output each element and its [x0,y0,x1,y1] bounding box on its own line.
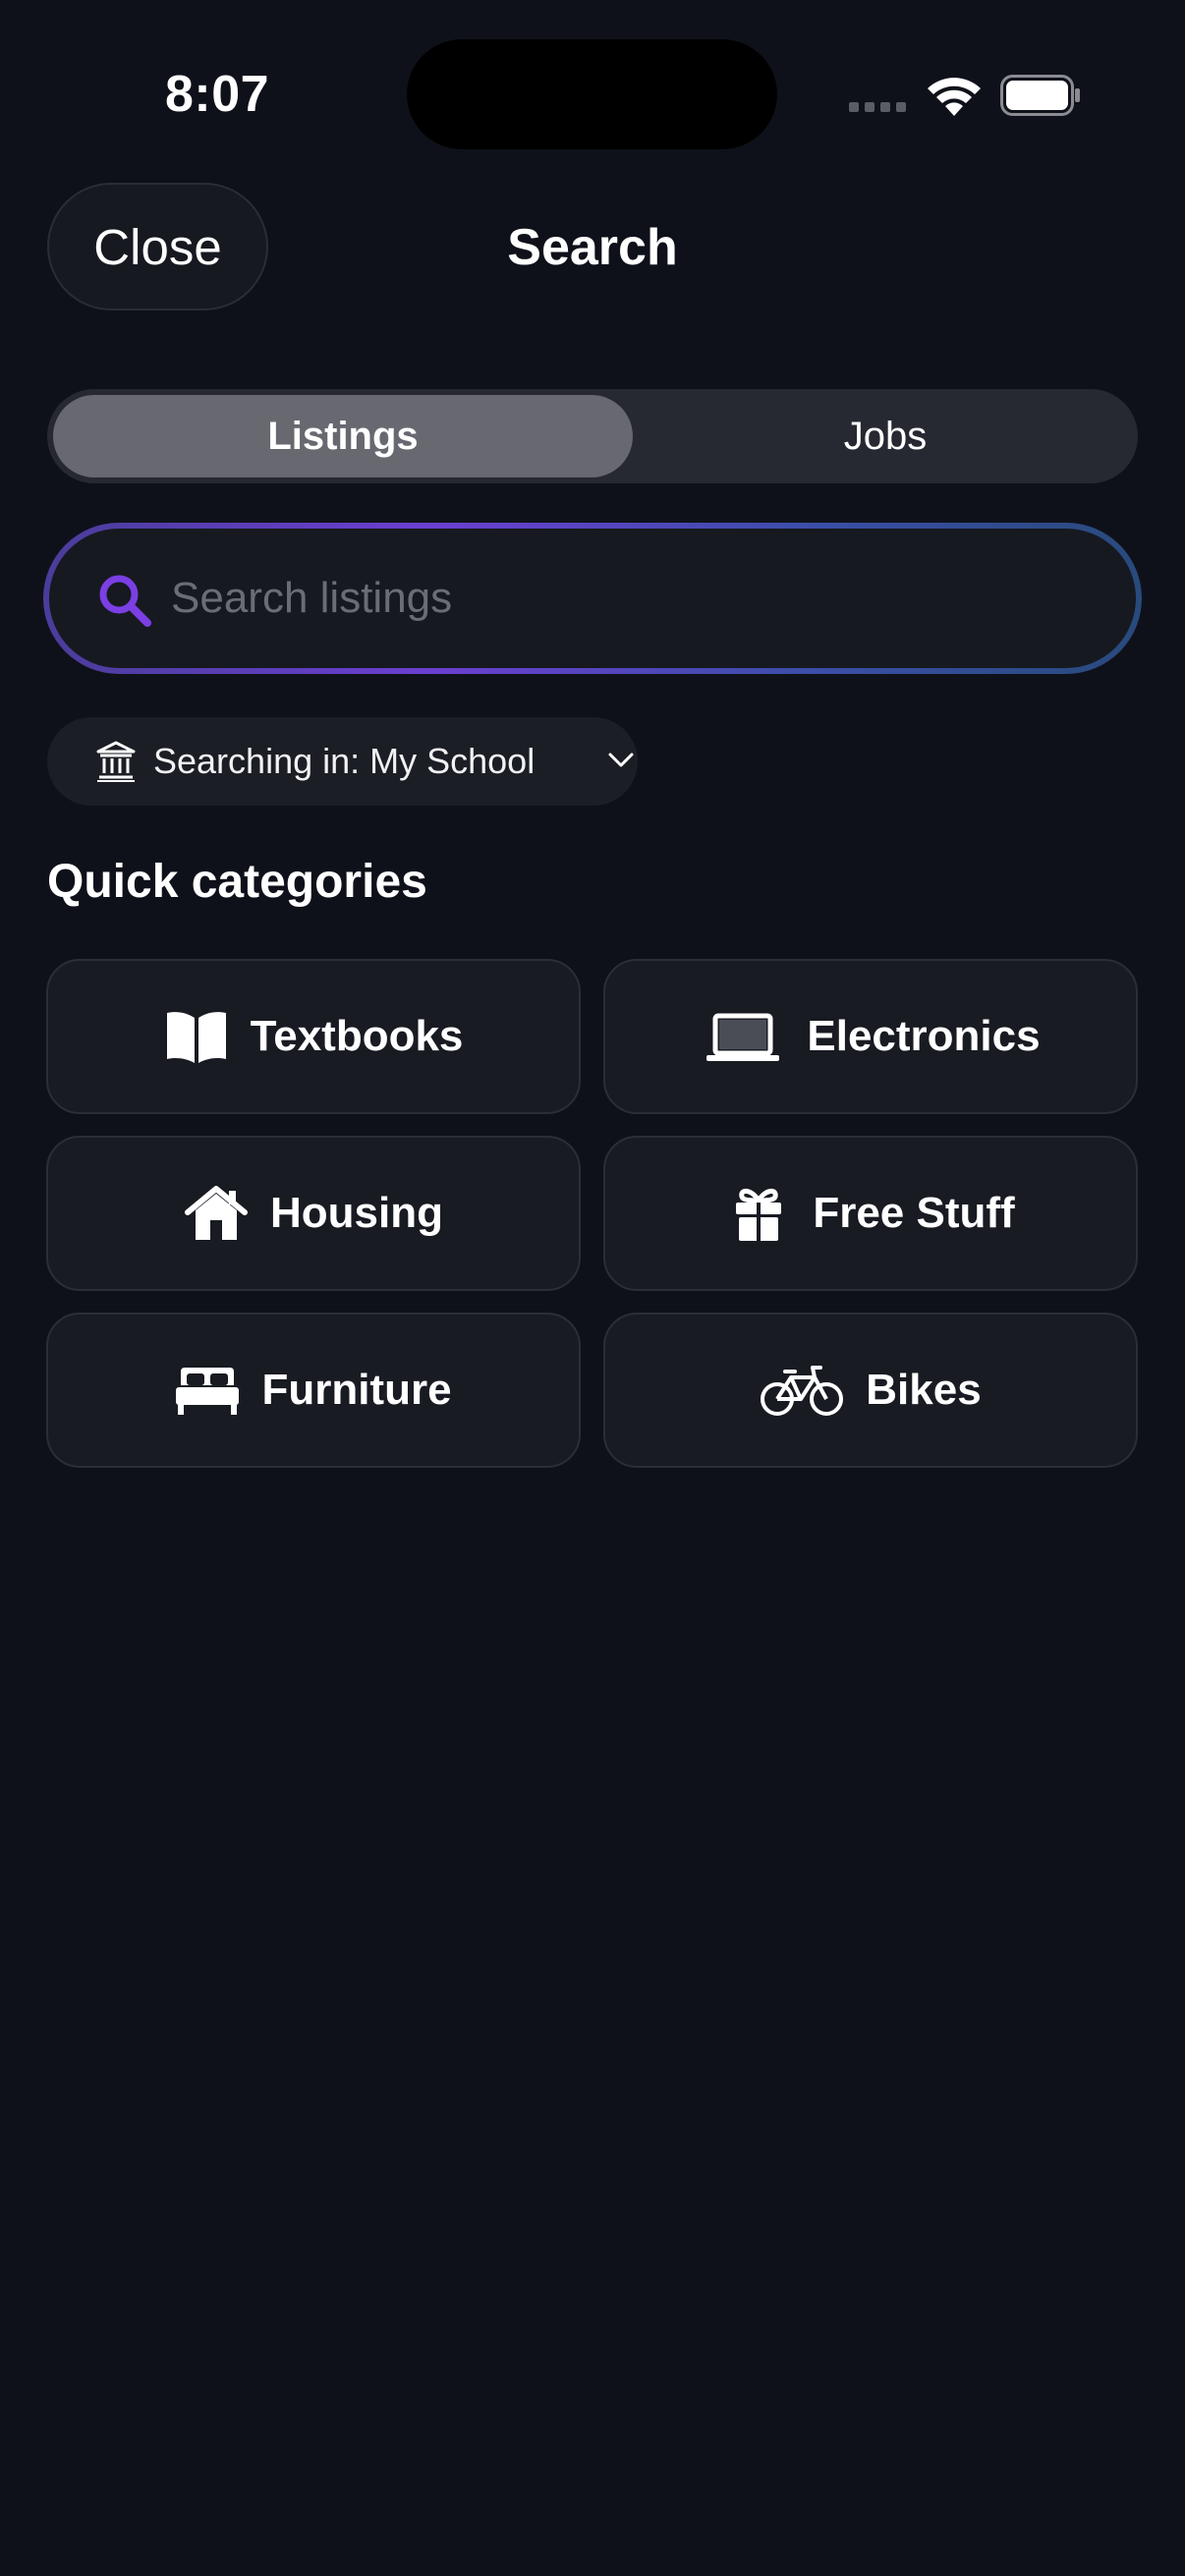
category-label: Furniture [261,1366,452,1414]
bicycle-icon [761,1366,844,1416]
search-icon [99,575,151,627]
dynamic-island [407,39,777,149]
status-time: 8:07 [165,66,270,123]
book-icon [166,1012,226,1063]
search-field [43,523,1142,674]
institution-icon [96,741,136,782]
category-label: Bikes [866,1366,982,1414]
search-field-inner [49,529,1136,668]
house-icon [185,1186,248,1240]
search-scope-label: Searching in: My School [153,741,536,781]
search-screen: 8:07 Close Search Listings Jobs Search l… [0,0,1185,2576]
category-label: Free Stuff [813,1189,1015,1237]
category-label: Electronics [807,1012,1041,1060]
category-free-stuff-button[interactable]: Free Stuff [603,1136,1138,1291]
listing-type-segmented-control: Listings Jobs [47,389,1138,483]
tab-listings[interactable]: Listings [53,389,633,483]
category-bikes-button[interactable]: Bikes [603,1313,1138,1468]
search-scope-selector[interactable]: Searching in: My School [47,717,638,806]
chevron-down-icon [608,753,634,767]
category-textbooks-button[interactable]: Textbooks [46,959,581,1114]
category-label: Housing [270,1189,443,1237]
tab-jobs[interactable]: Jobs [639,389,1132,483]
category-furniture-button[interactable]: Furniture [46,1313,581,1468]
wifi-icon [928,78,981,116]
category-electronics-button[interactable]: Electronics [603,959,1138,1114]
gift-icon [736,1189,782,1241]
category-housing-button[interactable]: Housing [46,1136,581,1291]
quick-categories-heading: Quick categories [47,856,427,908]
laptop-icon [706,1013,780,1061]
cellular-signal-icon [849,102,906,112]
battery-icon [1000,75,1080,116]
search-input[interactable] [171,529,1055,668]
category-label: Textbooks [250,1012,464,1060]
bed-icon [176,1368,240,1415]
page-title: Search [507,219,678,276]
